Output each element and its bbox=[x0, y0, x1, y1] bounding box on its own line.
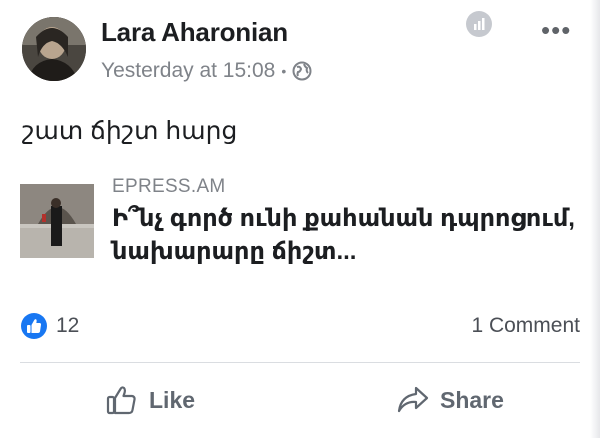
link-headline[interactable]: Ի՞նչ գործ ունի քահանան դպրոցում, նախարար… bbox=[112, 202, 580, 268]
link-preview-card[interactable]: EPRESS.AM Ի՞նչ գործ ունի քահանան դպրոցու… bbox=[20, 174, 580, 265]
link-thumbnail[interactable] bbox=[20, 184, 94, 258]
divider bbox=[20, 362, 580, 363]
reaction-summary[interactable]: 12 bbox=[20, 312, 79, 340]
share-arrow-icon bbox=[397, 386, 429, 413]
reaction-count: 12 bbox=[56, 314, 80, 337]
share-label: Share bbox=[440, 386, 504, 413]
like-label: Like bbox=[149, 386, 196, 413]
thumbs-up-icon bbox=[106, 386, 136, 415]
post-insights-icon[interactable] bbox=[466, 11, 492, 37]
meta-separator: • bbox=[281, 63, 287, 79]
globe-icon bbox=[292, 61, 312, 81]
window-edge bbox=[590, 0, 600, 438]
post-text: շատ ճիշտ հարց bbox=[22, 117, 238, 145]
link-domain: EPRESS.AM bbox=[112, 176, 226, 197]
avatar-image bbox=[22, 17, 86, 81]
more-options-icon[interactable]: ••• bbox=[541, 17, 571, 43]
like-button[interactable]: Like bbox=[105, 380, 195, 420]
post-meta: Yesterday at 15:08 • bbox=[101, 58, 312, 84]
share-button[interactable]: Share bbox=[396, 380, 504, 420]
comment-count-link[interactable]: 1 Comment bbox=[471, 314, 580, 338]
like-reaction-icon bbox=[21, 313, 47, 339]
avatar[interactable] bbox=[22, 17, 86, 81]
post-timestamp[interactable]: Yesterday at 15:08 bbox=[101, 59, 275, 83]
author-name[interactable]: Lara Aharonian bbox=[101, 17, 288, 48]
